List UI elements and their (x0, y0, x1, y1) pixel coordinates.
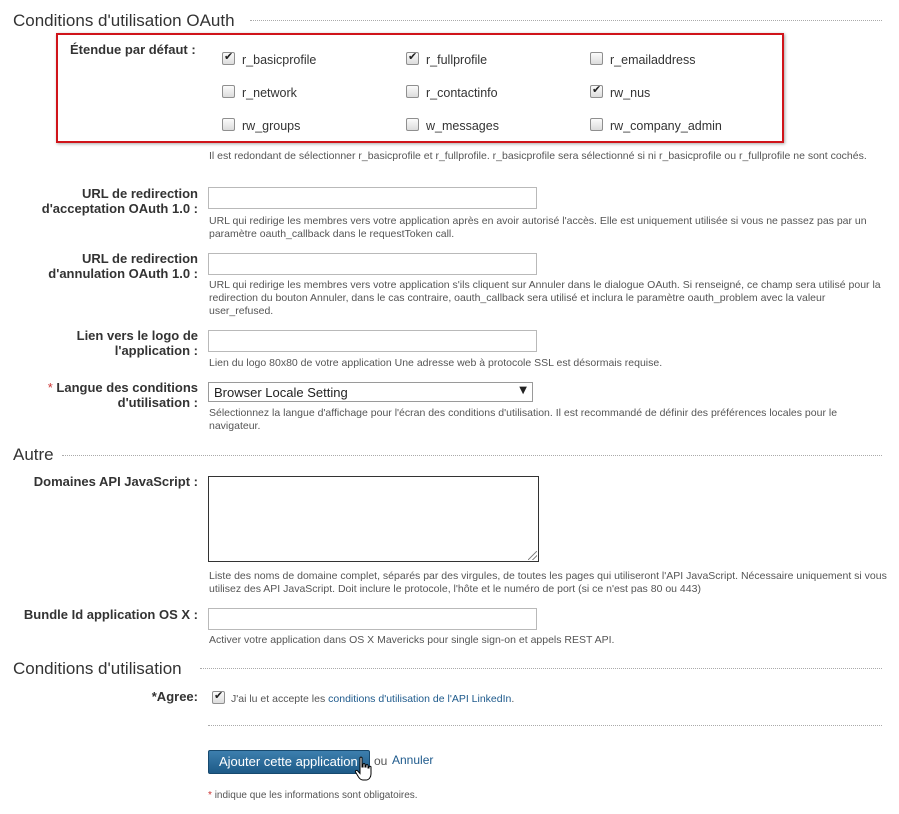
scope-checkbox-r-basicprofile[interactable] (222, 50, 235, 65)
hand-pointer-icon (354, 756, 372, 781)
bundle-id-label: Bundle Id application OS X : (23, 607, 198, 622)
section-title-terms: Conditions d'utilisation (13, 659, 190, 679)
scope-label-r-fullprofile: r_fullprofile (426, 53, 488, 67)
scope-checkbox-r-fullprofile[interactable] (406, 50, 419, 65)
scope-label-rw-nus: rw_nus (610, 86, 651, 100)
cancel-url-input[interactable] (208, 253, 537, 275)
section-divider (250, 20, 882, 21)
agree-label: *Agree: (151, 689, 198, 704)
scope-checkbox-w-messages[interactable] (406, 118, 419, 131)
js-domains-help: Liste des noms de domaine complet, sépar… (209, 570, 887, 595)
scope-checkbox-rw-groups[interactable] (222, 118, 235, 131)
agree-text: J'ai lu et accepte les conditions d'util… (231, 693, 515, 705)
language-label: * Langue des conditions d'utilisation : (47, 380, 198, 410)
language-help: Sélectionnez la langue d'affichage pour … (209, 407, 838, 432)
section-divider (62, 455, 882, 456)
scope-label-w-messages: w_messages (426, 119, 499, 133)
accept-url-label: URL de redirection d'acceptation OAuth 1… (41, 186, 198, 216)
scope-checkbox-rw-company-admin[interactable] (590, 118, 603, 131)
required-note: * indique que les informations sont obli… (208, 790, 418, 801)
js-domains-label: Domaines API JavaScript : (33, 474, 198, 489)
section-title-other: Autre (13, 445, 62, 465)
scope-checkbox-r-contactinfo[interactable] (406, 85, 419, 98)
agree-checkbox[interactable] (212, 689, 225, 704)
cancel-url-help: URL qui redirige les membres vers votre … (209, 279, 881, 317)
accept-url-input[interactable] (208, 187, 537, 209)
scope-label-r-contactinfo: r_contactinfo (426, 86, 498, 100)
accept-url-help: URL qui redirige les membres vers votre … (209, 215, 867, 240)
scope-checkbox-rw-nus[interactable] (590, 83, 603, 98)
bundle-id-help: Activer votre application dans OS X Mave… (209, 634, 615, 646)
scope-label-rw-groups: rw_groups (242, 119, 301, 133)
add-application-button[interactable]: Ajouter cette application (208, 750, 370, 774)
cancel-url-label: URL de redirection d'annulation OAuth 1.… (48, 251, 198, 281)
section-divider (208, 725, 882, 726)
logo-url-input[interactable] (208, 330, 537, 352)
required-marker: * (47, 380, 53, 395)
cancel-link[interactable]: Annuler (392, 753, 433, 767)
terms-link[interactable]: conditions d'utilisation de l'API Linked… (328, 693, 511, 705)
bundle-id-input[interactable] (208, 608, 537, 630)
scope-label-r-emailaddress: r_emailaddress (610, 53, 696, 67)
or-text: ou (374, 754, 388, 768)
scope-help-text: Il est redondant de sélectionner r_basic… (209, 150, 867, 162)
logo-url-label: Lien vers le logo de l'application : (76, 328, 198, 358)
scope-label-r-network: r_network (242, 86, 297, 100)
scope-label-rw-company-admin: rw_company_admin (610, 119, 722, 133)
language-select[interactable]: Browser Locale Setting ▼ (208, 382, 533, 402)
section-title-oauth: Conditions d'utilisation OAuth (13, 11, 243, 31)
scope-checkbox-r-network[interactable] (222, 85, 235, 98)
language-select-value: Browser Locale Setting (214, 385, 348, 400)
scope-label: Étendue par défaut : (70, 42, 196, 57)
js-domains-textarea[interactable] (208, 476, 539, 562)
section-divider (200, 668, 882, 669)
scope-checkbox-r-emailaddress[interactable] (590, 52, 603, 65)
scope-label-r-basicprofile: r_basicprofile (242, 53, 317, 67)
logo-url-help: Lien du logo 80x80 de votre application … (209, 357, 663, 369)
dropdown-arrow-icon: ▼ (519, 385, 527, 396)
resize-grip-icon[interactable] (528, 551, 537, 560)
